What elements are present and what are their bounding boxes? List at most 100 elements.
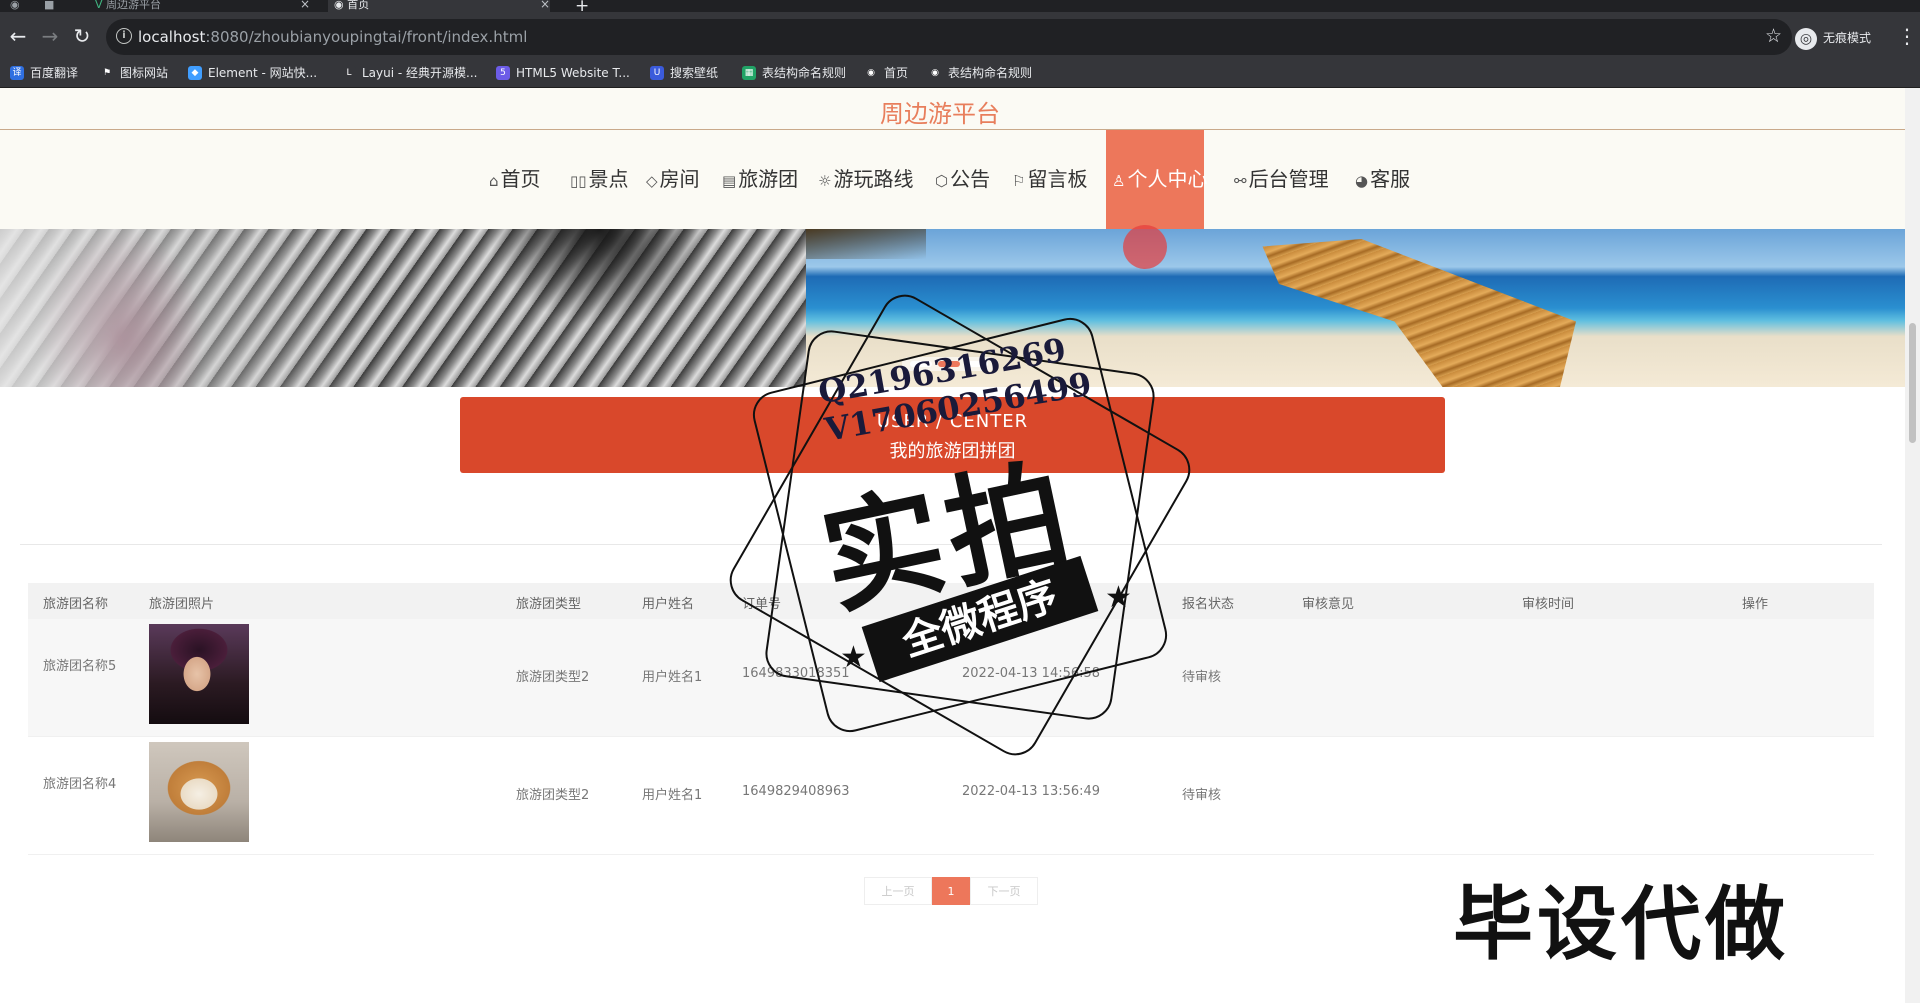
bookmark-item[interactable]: ⚑ 图标网站 [100, 63, 168, 83]
site-info-icon[interactable]: i [116, 28, 132, 44]
beach-chair [1262, 239, 1576, 387]
home-icon: ⌂ [489, 172, 499, 190]
nav-label: 公告 [950, 167, 991, 191]
calendar-icon: ▤ [722, 172, 737, 190]
bookmark-item[interactable]: L Layui - 经典开源模... [342, 63, 477, 83]
nav-item-route[interactable]: ☼ 游玩路线 [818, 130, 913, 229]
watermark-corner-text: 毕设代做 [1453, 878, 1789, 971]
carousel-dot[interactable] [966, 361, 988, 367]
tag-icon: ◇ [646, 172, 658, 190]
cell-order-no: 1649829408963 [742, 784, 850, 799]
nav-item-user-center[interactable]: ♙ 个人中心 [1106, 130, 1208, 229]
tour-group-photo [149, 742, 249, 842]
tour-group-photo [149, 624, 249, 724]
cell-group-type: 旅游团类型2 [516, 670, 590, 685]
back-arrow-icon[interactable]: ← [6, 24, 30, 48]
url-text[interactable]: localhost:8080/zhoubianyoupingtai/front/… [138, 28, 527, 46]
nav-item-admin[interactable]: ⚯ 后台管理 [1234, 130, 1329, 229]
html5-icon: 5 [496, 65, 510, 80]
bookmark-item[interactable]: ▦ 表结构命名规则 [742, 63, 846, 83]
bookmark-item[interactable]: ◉ 表结构命名规则 [928, 63, 1032, 83]
vue-logo-icon: V [95, 0, 103, 11]
nav-label: 后台管理 [1248, 167, 1329, 191]
close-icon[interactable]: × [300, 0, 310, 10]
cell-signup-time: 2022-04-13 14:56:58 [962, 666, 1101, 681]
page-number-button[interactable]: 1 [932, 877, 970, 905]
carousel-indicators[interactable] [902, 357, 996, 371]
column-header: 订单号 [742, 597, 782, 612]
next-page-button[interactable]: 下一页 [970, 877, 1038, 905]
table-row[interactable]: 旅游团名称4 旅游团类型2 用户姓名1 1649829408963 2022-0… [28, 737, 1874, 855]
carousel-dot[interactable] [910, 361, 932, 367]
globe-icon: ◉ [334, 0, 344, 11]
element-icon: ◆ [188, 65, 202, 80]
column-header: 报名时间 [962, 597, 1015, 612]
cell-user-name: 用户姓名1 [642, 670, 703, 685]
bookmark-star-icon[interactable]: ☆ [1765, 25, 1782, 47]
column-header: 旅游团照片 [149, 597, 215, 612]
nav-label: 游玩路线 [833, 167, 914, 191]
section-title-zh: 我的旅游团拼团 [889, 441, 1016, 462]
sun-icon: ☼ [818, 172, 832, 190]
carousel-dot-active[interactable] [938, 361, 960, 367]
scrollbar-thumb[interactable] [1909, 323, 1916, 443]
cell-status: 待审核 [1182, 670, 1222, 685]
banner-image-portrait [0, 229, 806, 387]
link-icon: ⚯ [1234, 172, 1247, 190]
nav-item-home[interactable]: ⌂ 首页 [489, 130, 541, 229]
address-bar[interactable]: i localhost:8080/zhoubianyoupingtai/fron… [106, 19, 1792, 55]
cell-group-name: 旅游团名称4 [43, 777, 117, 792]
nav-item-notice[interactable]: ⬡ 公告 [935, 130, 990, 229]
chat-icon: ◕ [1355, 172, 1369, 190]
bookmark-item[interactable]: 5 HTML5 Website T... [496, 63, 630, 83]
bookmark-item[interactable]: 译百度翻译 [10, 63, 78, 83]
nav-label: 个人中心 [1127, 167, 1208, 191]
menu-kebab-icon[interactable]: ⋮ [1897, 24, 1917, 48]
tab-search-icon[interactable]: ■ [44, 0, 60, 12]
cell-order-no: 1649833018351 [742, 666, 850, 681]
cell-signup-time: 2022-04-13 13:56:49 [962, 784, 1101, 799]
column-header: 旅游团类型 [516, 597, 582, 612]
tab-title: 周边游平台 [106, 0, 162, 11]
bookmark-label: 首页 [884, 66, 909, 80]
layui-icon: L [342, 65, 356, 80]
tour-group-table: 旅游团名称 旅游团照片 旅游团类型 用户姓名 订单号 报名时间 报名状态 审核意… [28, 583, 1874, 855]
main-nav: ⌂ 首页 ▯▯ 景点 ◇ 房间 ▤ 旅游团 ☼ 游玩路线 ⬡ 公告 ⚐ 留言板 ♙ 个人中心 ⚯… [0, 130, 1905, 229]
tab-home[interactable]: ◉ 首页 × [328, 0, 550, 12]
mouse-cursor-highlight [1123, 225, 1167, 269]
bookmark-item[interactable]: ◉ 首页 [864, 63, 908, 83]
cell-user-name: 用户姓名1 [642, 788, 703, 803]
table-header: 旅游团名称 旅游团照片 旅游团类型 用户姓名 订单号 报名时间 报名状态 审核意… [28, 583, 1874, 619]
cell-group-name: 旅游团名称5 [43, 659, 117, 674]
column-header: 旅游团名称 [43, 597, 109, 612]
cube-icon: ⬡ [935, 172, 949, 190]
site-title: 周边游平台 [880, 100, 1000, 128]
incognito-indicator[interactable]: ◎ 无痕模式 [1795, 26, 1871, 50]
tab-zhoubianyou[interactable]: V 周边游平台 × [95, 0, 310, 12]
nav-item-tour-group[interactable]: ▤ 旅游团 [722, 130, 798, 229]
nav-item-scenic[interactable]: ▯▯ 景点 [570, 130, 629, 229]
close-icon[interactable]: × [540, 0, 550, 10]
bookmark-item[interactable]: U 搜索壁纸 [650, 63, 718, 83]
tab-title: 首页 [347, 0, 370, 11]
forward-arrow-icon[interactable]: → [38, 24, 62, 48]
nav-label: 首页 [500, 167, 541, 191]
globe-icon: ◉ [864, 65, 878, 80]
prev-page-button[interactable]: 上一页 [864, 877, 932, 905]
nav-item-service[interactable]: ◕ 客服 [1355, 130, 1410, 229]
bookmarks-bar: 译百度翻译 ⚑ 图标网站 ◆ Element - 网站快... L Layui - 经… [0, 58, 1920, 88]
browser-toolbar: ← → ↻ i localhost:8080/zhoubianyoupingta… [0, 12, 1920, 64]
binoculars-icon: ▯▯ [570, 172, 587, 190]
nav-item-message-board[interactable]: ⚐ 留言板 [1012, 130, 1087, 229]
page-scrollbar[interactable] [1905, 88, 1920, 1003]
window-menu-icon[interactable]: ◉ [10, 0, 26, 12]
nav-item-room[interactable]: ◇ 房间 [646, 130, 700, 229]
nav-label: 旅游团 [738, 167, 799, 191]
palm-shadow [806, 229, 926, 259]
url-host: localhost [138, 28, 206, 46]
globe-icon: ◉ [928, 65, 942, 80]
table-row[interactable]: 旅游团名称5 旅游团类型2 用户姓名1 1649833018351 2022-0… [28, 619, 1874, 737]
column-header: 操作 [1742, 597, 1769, 612]
reload-icon[interactable]: ↻ [70, 24, 94, 48]
bookmark-item[interactable]: ◆ Element - 网站快... [188, 63, 317, 83]
